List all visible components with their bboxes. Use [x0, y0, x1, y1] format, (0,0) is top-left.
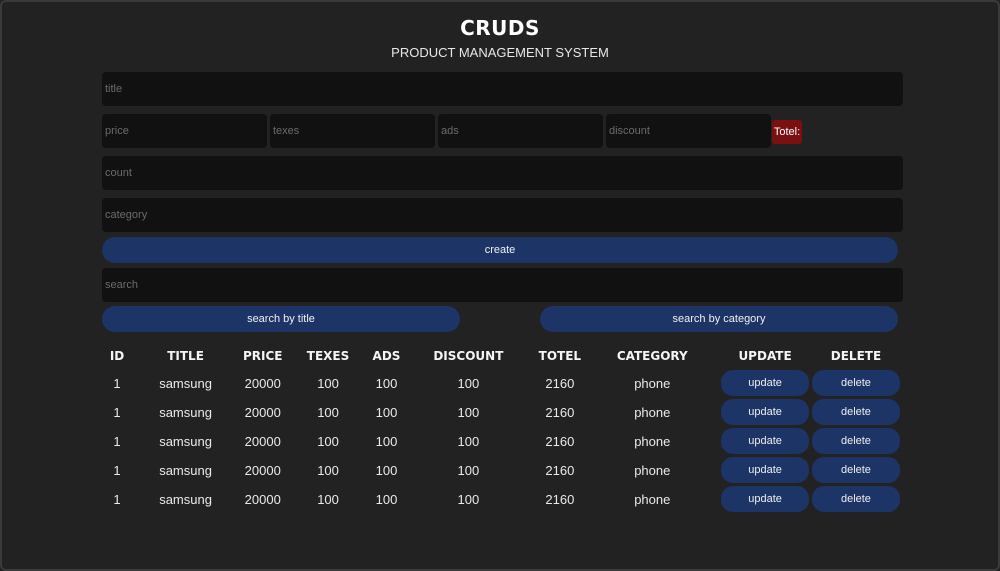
update-button[interactable]: update: [721, 486, 810, 512]
header-total: TOTEL: [538, 349, 582, 363]
header: CRUDS PRODUCT MANAGEMENT SYSTEM: [0, 16, 1000, 60]
cell-title: samsung: [159, 375, 212, 391]
cell-category: phone: [634, 404, 671, 420]
cell-discount: 100: [457, 375, 480, 391]
update-button[interactable]: update: [721, 457, 810, 483]
cell-taxes: 100: [317, 404, 339, 420]
cell-taxes: 100: [317, 462, 339, 478]
cell-delete: delete: [811, 457, 900, 483]
cell-title: samsung: [159, 491, 212, 507]
cell-category: phone: [634, 462, 671, 478]
cell-id: 1: [113, 491, 121, 507]
cell-ads: 100: [375, 433, 398, 449]
header-title: TITLE: [167, 349, 204, 363]
cell-delete: delete: [811, 370, 900, 396]
category-input[interactable]: [102, 198, 903, 232]
cell-update: update: [720, 428, 810, 454]
page-title: CRUDS: [460, 16, 540, 40]
page-subtitle: PRODUCT MANAGEMENT SYSTEM: [391, 45, 609, 60]
delete-button[interactable]: delete: [811, 428, 900, 454]
search-by-category-button[interactable]: search by category: [540, 306, 898, 332]
cell-total: 2160: [545, 404, 575, 420]
table-row: 1 samsung 20000 100 100 100 2160 phone u…: [104, 457, 900, 483]
cell-total: 2160: [545, 491, 575, 507]
title-input[interactable]: [102, 72, 903, 106]
create-button[interactable]: create: [102, 237, 898, 263]
delete-button[interactable]: delete: [811, 457, 900, 483]
ads-input[interactable]: [438, 114, 603, 148]
header-price: PRICE: [242, 349, 283, 363]
delete-button[interactable]: delete: [811, 399, 900, 425]
table-row: 1 samsung 20000 100 100 100 2160 phone u…: [104, 399, 900, 425]
cell-total: 2160: [545, 375, 575, 391]
cell-taxes: 100: [317, 375, 339, 391]
cell-title: samsung: [159, 433, 212, 449]
cell-price: 20000: [244, 404, 281, 420]
update-button[interactable]: update: [721, 399, 810, 425]
price-input[interactable]: [102, 114, 267, 148]
cell-taxes: 100: [317, 433, 339, 449]
table-header-row: ID TITLE PRICE TEXES ADS DISCOUNT TOTEL …: [104, 345, 900, 367]
count-input[interactable]: [102, 156, 903, 190]
cell-ads: 100: [375, 462, 398, 478]
cell-total: 2160: [545, 433, 575, 449]
search-by-title-button[interactable]: search by title: [102, 306, 460, 332]
cell-discount: 100: [457, 404, 480, 420]
cell-ads: 100: [375, 491, 398, 507]
cell-update: update: [720, 399, 810, 425]
cell-title: samsung: [159, 462, 212, 478]
cell-id: 1: [113, 375, 121, 391]
update-button[interactable]: update: [721, 428, 810, 454]
cell-price: 20000: [244, 491, 281, 507]
cell-update: update: [720, 486, 810, 512]
cell-id: 1: [113, 404, 121, 420]
header-update: UPDATE: [738, 349, 792, 363]
cell-total: 2160: [545, 462, 575, 478]
cell-delete: delete: [811, 399, 900, 425]
update-button[interactable]: update: [721, 370, 810, 396]
cell-category: phone: [634, 491, 671, 507]
taxes-input[interactable]: [270, 114, 435, 148]
cell-discount: 100: [457, 433, 480, 449]
table-row: 1 samsung 20000 100 100 100 2160 phone u…: [104, 370, 900, 396]
products-table: ID TITLE PRICE TEXES ADS DISCOUNT TOTEL …: [102, 342, 902, 515]
cell-ads: 100: [375, 375, 398, 391]
cell-update: update: [720, 457, 810, 483]
cell-price: 20000: [244, 462, 281, 478]
cell-price: 20000: [244, 433, 281, 449]
cell-taxes: 100: [317, 491, 339, 507]
header-ads: ADS: [372, 349, 401, 363]
cell-discount: 100: [457, 491, 480, 507]
header-category: CATEGORY: [616, 349, 688, 363]
cell-title: samsung: [159, 404, 212, 420]
cell-ads: 100: [375, 404, 398, 420]
header-discount: DISCOUNT: [433, 349, 504, 363]
delete-button[interactable]: delete: [811, 486, 900, 512]
discount-input[interactable]: [606, 114, 771, 148]
cell-update: update: [720, 370, 810, 396]
total-badge: Totel:: [772, 120, 802, 144]
header-id: ID: [109, 349, 125, 363]
cell-id: 1: [113, 462, 121, 478]
header-delete: DELETE: [830, 349, 882, 363]
cell-discount: 100: [457, 462, 480, 478]
cell-category: phone: [634, 375, 671, 391]
cell-delete: delete: [811, 486, 900, 512]
cell-category: phone: [634, 433, 671, 449]
cell-price: 20000: [244, 375, 281, 391]
header-taxes: TEXES: [306, 349, 350, 363]
cell-delete: delete: [811, 428, 900, 454]
table-row: 1 samsung 20000 100 100 100 2160 phone u…: [104, 486, 900, 512]
search-input[interactable]: [102, 268, 903, 302]
delete-button[interactable]: delete: [811, 370, 900, 396]
table-row: 1 samsung 20000 100 100 100 2160 phone u…: [104, 428, 900, 454]
cell-id: 1: [113, 433, 121, 449]
